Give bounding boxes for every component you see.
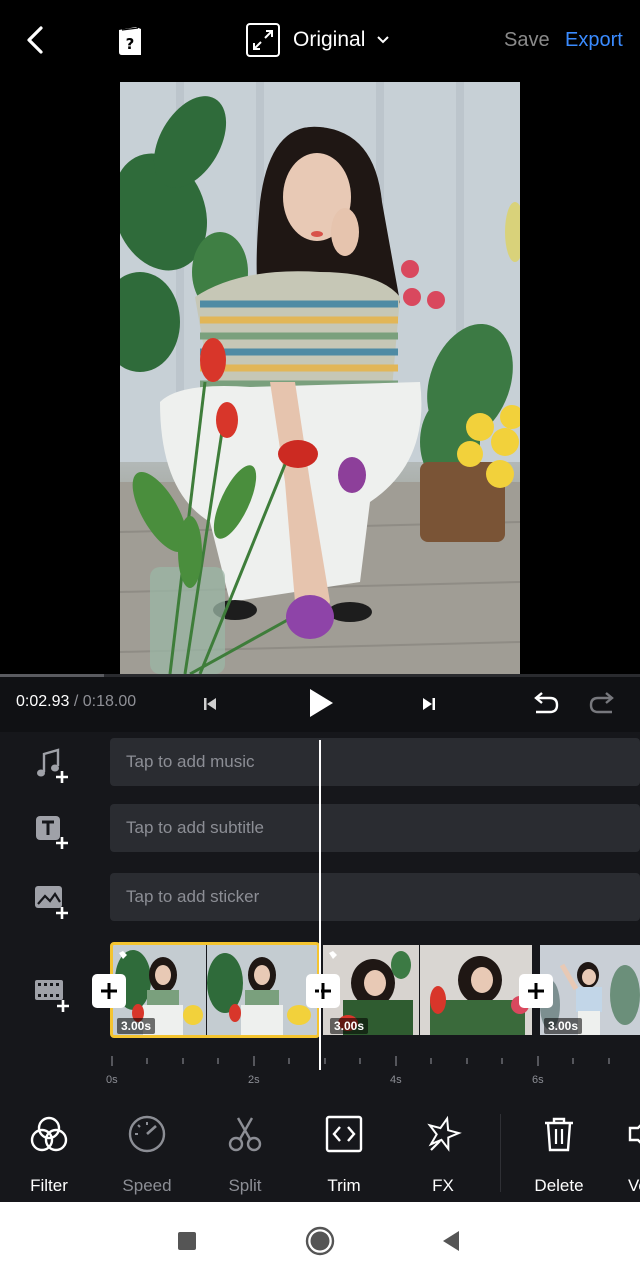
preview-photo bbox=[120, 82, 520, 674]
video-preview[interactable] bbox=[0, 82, 640, 674]
add-music-icon[interactable] bbox=[32, 744, 72, 784]
clip-2-thumbnail-b[interactable] bbox=[420, 945, 532, 1035]
back-triangle-icon[interactable] bbox=[437, 1226, 467, 1256]
svg-text:?: ? bbox=[126, 35, 135, 53]
system-nav-bar bbox=[0, 1202, 640, 1280]
top-bar: ? Original Save Export bbox=[0, 0, 640, 82]
toolbar-divider bbox=[500, 1114, 501, 1192]
subtitle-track[interactable]: Tap to add subtitle bbox=[110, 804, 640, 852]
aspect-ratio-label: Original bbox=[293, 28, 366, 51]
expand-icon bbox=[246, 23, 280, 57]
delete-button[interactable]: Delete bbox=[519, 1114, 599, 1198]
fx-label: FX bbox=[432, 1176, 454, 1195]
save-button[interactable]: Save bbox=[504, 29, 550, 52]
time-ruler: 0s 2s 4s 6s bbox=[0, 1052, 640, 1092]
add-clip-icon[interactable] bbox=[32, 972, 72, 1012]
timeline-panel: Tap to add music Tap to add subtitle Tap… bbox=[0, 732, 640, 1102]
split-label: Split bbox=[228, 1176, 262, 1195]
aspect-ratio-selector[interactable]: Original bbox=[246, 22, 391, 58]
sticker-track[interactable]: Tap to add sticker bbox=[110, 873, 640, 921]
add-subtitle-icon[interactable] bbox=[32, 810, 72, 850]
time-separator: / bbox=[73, 693, 79, 710]
code-brackets-icon bbox=[325, 1115, 363, 1153]
total-duration: 0:18.00 bbox=[82, 693, 137, 710]
clip-3-duration: 3.00s bbox=[544, 1018, 583, 1034]
plus-icon bbox=[528, 983, 544, 999]
filter-button[interactable]: Filter bbox=[9, 1114, 89, 1198]
help-book-icon[interactable]: ? bbox=[114, 24, 146, 58]
delete-label: Delete bbox=[534, 1176, 584, 1195]
ruler-label-1: 2s bbox=[248, 1074, 260, 1086]
filter-icon bbox=[30, 1116, 68, 1152]
volume-label: Vo bbox=[628, 1176, 640, 1195]
chevron-down-icon bbox=[377, 36, 390, 44]
skip-to-end-icon[interactable] bbox=[413, 688, 445, 720]
ruler-label-2: 4s bbox=[390, 1074, 402, 1086]
playhead[interactable] bbox=[319, 740, 321, 1070]
speed-button[interactable]: Speed bbox=[107, 1114, 187, 1198]
redo-icon[interactable] bbox=[588, 688, 620, 720]
back-arrow-icon[interactable] bbox=[18, 22, 54, 58]
undo-icon[interactable] bbox=[528, 688, 560, 720]
clip-2-duration: 3.00s bbox=[330, 1018, 369, 1034]
progress-track[interactable] bbox=[0, 674, 640, 677]
add-sticker-icon[interactable] bbox=[32, 880, 72, 920]
progress-fill bbox=[0, 674, 105, 677]
scissors-icon bbox=[228, 1117, 262, 1152]
trash-icon bbox=[545, 1117, 573, 1152]
current-time: 0:02.93 bbox=[16, 693, 70, 710]
sparkle-star-icon bbox=[427, 1115, 462, 1152]
subtitle-track-placeholder: Tap to add subtitle bbox=[126, 818, 264, 837]
sticker-track-placeholder: Tap to add sticker bbox=[126, 887, 260, 906]
clip-1-duration: 3.00s bbox=[117, 1018, 156, 1034]
add-clip-before-button[interactable] bbox=[92, 974, 126, 1008]
ruler-label-0: 0s bbox=[106, 1074, 118, 1086]
speed-label: Speed bbox=[122, 1176, 172, 1195]
trim-button[interactable]: Trim bbox=[304, 1114, 384, 1198]
add-transition-button-2[interactable] bbox=[519, 974, 553, 1008]
plus-icon bbox=[101, 983, 117, 999]
playback-bar: 0:02.93 / 0:18.00 bbox=[0, 674, 640, 732]
add-transition-button-1[interactable] bbox=[306, 974, 340, 1008]
edit-toolbar: Filter Speed Split Trim FX Delete V bbox=[0, 1102, 640, 1202]
plus-icon bbox=[315, 983, 331, 999]
speedometer-icon bbox=[128, 1115, 166, 1153]
volume-icon bbox=[628, 1124, 640, 1144]
skip-to-start-icon[interactable] bbox=[194, 688, 226, 720]
home-circle-icon[interactable] bbox=[305, 1226, 335, 1256]
music-track-placeholder: Tap to add music bbox=[126, 752, 255, 771]
split-button[interactable]: Split bbox=[205, 1114, 285, 1198]
time-display: 0:02.93 / 0:18.00 bbox=[16, 693, 136, 711]
export-button[interactable]: Export bbox=[565, 29, 623, 52]
ruler-label-3: 6s bbox=[532, 1074, 544, 1086]
fx-button[interactable]: FX bbox=[403, 1114, 483, 1198]
ruler-ticks bbox=[111, 1056, 610, 1066]
filter-label: Filter bbox=[30, 1176, 68, 1195]
trim-label: Trim bbox=[327, 1176, 361, 1195]
music-track[interactable]: Tap to add music bbox=[110, 738, 640, 786]
recents-square-icon[interactable] bbox=[172, 1226, 202, 1256]
volume-button[interactable]: Vo bbox=[612, 1114, 640, 1198]
play-icon[interactable] bbox=[302, 685, 338, 721]
